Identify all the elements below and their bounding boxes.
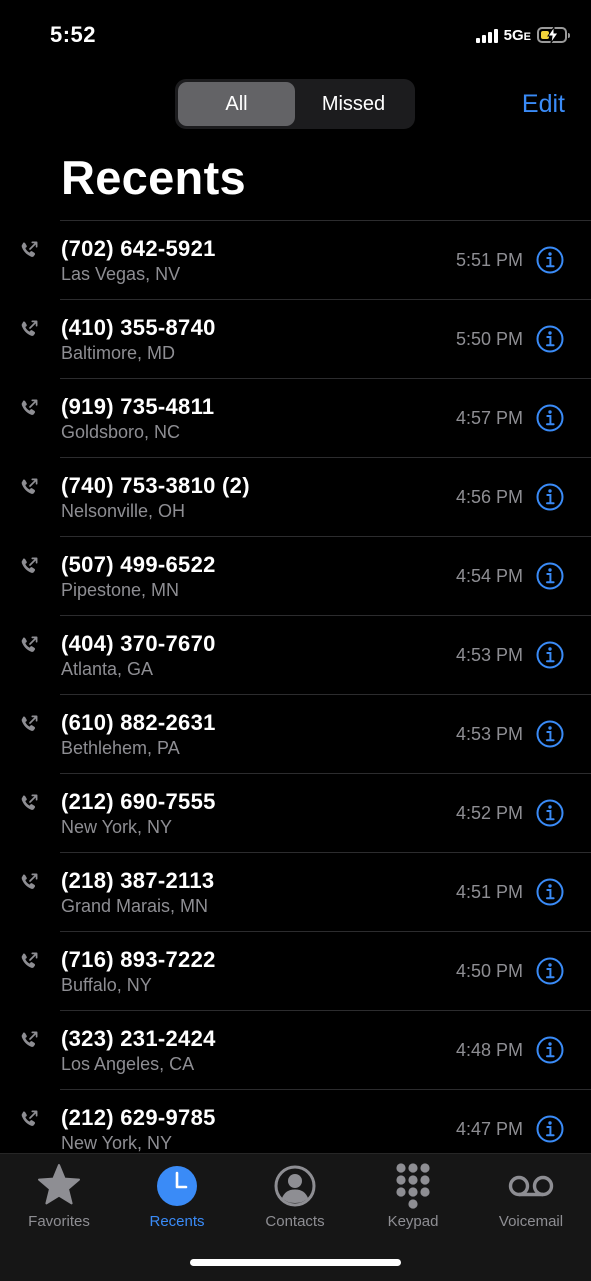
outgoing-call-icon <box>21 320 38 336</box>
tab-favorites[interactable]: Favorites <box>0 1162 118 1230</box>
call-number: (404) 370-7670 <box>61 631 216 656</box>
battery-charging-icon <box>537 27 570 43</box>
call-time: 5:51 PM <box>455 250 523 270</box>
recents-list: (702) 642-5921 Las Vegas, NV 5:51 PM (41… <box>0 220 591 1168</box>
call-time: 4:54 PM <box>455 566 523 586</box>
info-icon[interactable] <box>535 956 565 986</box>
call-location: New York, NY <box>61 1133 173 1153</box>
info-icon[interactable] <box>535 245 565 275</box>
call-row[interactable]: (610) 882-2631 Bethlehem, PA 4:53 PM <box>0 694 591 773</box>
keypad-icon <box>396 1163 430 1209</box>
tab-label: Keypad <box>387 1213 439 1230</box>
clock-icon <box>157 1166 197 1206</box>
call-number: (218) 387-2113 <box>61 868 215 893</box>
info-icon[interactable] <box>535 640 565 670</box>
call-time: 4:53 PM <box>455 645 523 665</box>
cellular-signal-icon <box>475 27 498 43</box>
outgoing-call-icon <box>21 1031 38 1047</box>
info-icon[interactable] <box>535 561 565 591</box>
call-location: Baltimore, MD <box>61 343 176 363</box>
home-indicator[interactable] <box>190 1259 401 1266</box>
call-row[interactable]: (323) 231-2424 Los Angeles, CA 4:48 PM <box>0 1010 591 1089</box>
outgoing-call-icon <box>21 636 38 652</box>
star-icon <box>38 1164 80 1205</box>
call-row[interactable]: (507) 499-6522 Pipestone, MN 4:54 PM <box>0 536 591 615</box>
call-row[interactable]: (218) 387-2113 Grand Marais, MN 4:51 PM <box>0 852 591 931</box>
call-location: Bethlehem, PA <box>61 738 180 758</box>
call-row[interactable]: (404) 370-7670 Atlanta, GA 4:53 PM <box>0 615 591 694</box>
tab-label: Voicemail <box>498 1213 564 1230</box>
tab-label: Recents <box>149 1213 205 1230</box>
call-time: 4:52 PM <box>455 803 523 823</box>
call-row[interactable]: (740) 753-3810 (2) Nelsonville, OH 4:56 … <box>0 457 591 536</box>
tab-contacts[interactable]: Contacts <box>236 1162 354 1230</box>
call-location: Pipestone, MN <box>61 580 180 600</box>
call-location: Grand Marais, MN <box>61 896 209 916</box>
outgoing-call-icon <box>21 873 38 889</box>
tab-label: Favorites <box>28 1213 90 1230</box>
call-row[interactable]: (716) 893-7222 Buffalo, NY 4:50 PM <box>0 931 591 1010</box>
call-number: (716) 893-7222 <box>61 947 216 972</box>
info-icon[interactable] <box>535 877 565 907</box>
call-time: 5:50 PM <box>455 329 523 349</box>
outgoing-call-icon <box>21 715 38 731</box>
call-number: (212) 629-9785 <box>61 1105 216 1130</box>
edit-button[interactable]: Edit <box>522 90 565 119</box>
call-time: 4:47 PM <box>455 1119 523 1139</box>
call-location: New York, NY <box>61 817 173 837</box>
call-row[interactable]: (702) 642-5921 Las Vegas, NV 5:51 PM <box>0 220 591 299</box>
tab-voicemail[interactable]: Voicemail <box>472 1162 590 1230</box>
status-time: 5:52 <box>50 22 97 47</box>
call-time: 4:56 PM <box>455 487 523 507</box>
call-location: Las Vegas, NV <box>61 264 181 284</box>
tab-label: Contacts <box>265 1213 325 1230</box>
call-number: (610) 882-2631 <box>61 710 216 735</box>
info-icon[interactable] <box>535 1114 565 1144</box>
call-time: 4:48 PM <box>455 1040 523 1060</box>
call-number: (212) 690-7555 <box>61 789 216 814</box>
call-row[interactable]: (919) 735-4811 Goldsboro, NC 4:57 PM <box>0 378 591 457</box>
call-number: (507) 499-6522 <box>61 552 216 577</box>
call-number: (323) 231-2424 <box>61 1026 216 1051</box>
call-time: 4:50 PM <box>455 961 523 981</box>
page-title: Recents <box>61 151 246 204</box>
call-row[interactable]: (212) 690-7555 New York, NY 4:52 PM <box>0 773 591 852</box>
call-location: Goldsboro, NC <box>61 422 181 442</box>
outgoing-call-icon <box>21 794 38 810</box>
call-location: Nelsonville, OH <box>61 501 186 521</box>
segment-missed[interactable]: Missed <box>295 82 412 126</box>
status-indicators: 5GE <box>475 24 570 46</box>
info-icon[interactable] <box>535 482 565 512</box>
call-number: (919) 735-4811 <box>61 394 215 419</box>
call-location: Atlanta, GA <box>61 659 154 679</box>
outgoing-call-icon <box>21 478 38 494</box>
call-time: 4:57 PM <box>455 408 523 428</box>
call-row[interactable]: (410) 355-8740 Baltimore, MD 5:50 PM <box>0 299 591 378</box>
info-icon[interactable] <box>535 719 565 749</box>
outgoing-call-icon <box>21 557 38 573</box>
call-number: (410) 355-8740 <box>61 315 216 340</box>
call-location: Los Angeles, CA <box>61 1054 195 1074</box>
call-number: (702) 642-5921 <box>61 236 216 261</box>
call-filter-segmented-control: All Missed <box>175 79 415 129</box>
person-circle-icon <box>274 1165 316 1207</box>
outgoing-call-icon <box>21 952 38 968</box>
call-time: 4:51 PM <box>455 882 523 902</box>
info-icon[interactable] <box>535 798 565 828</box>
outgoing-call-icon <box>21 241 38 257</box>
call-time: 4:53 PM <box>455 724 523 744</box>
segment-all[interactable]: All <box>178 82 295 126</box>
call-location: Buffalo, NY <box>61 975 152 995</box>
info-icon[interactable] <box>535 1035 565 1065</box>
tab-recents[interactable]: Recents <box>118 1162 236 1230</box>
network-type: 5GE <box>503 26 531 44</box>
call-number: (740) 753-3810 (2) <box>61 473 250 498</box>
outgoing-call-icon <box>21 399 38 415</box>
info-icon[interactable] <box>535 403 565 433</box>
outgoing-call-icon <box>21 1110 38 1126</box>
tab-keypad[interactable]: Keypad <box>354 1162 472 1230</box>
info-icon[interactable] <box>535 324 565 354</box>
voicemail-icon <box>508 1175 554 1197</box>
